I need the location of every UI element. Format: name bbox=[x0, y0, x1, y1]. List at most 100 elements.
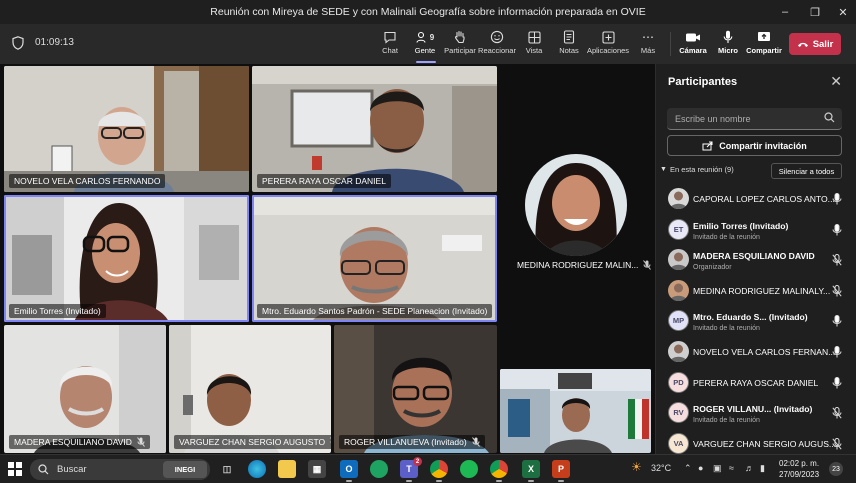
participant-row[interactable]: MP Mtro. Eduardo S... (Invitado) Invitado … bbox=[656, 306, 856, 336]
participant-avatar: VA bbox=[668, 432, 689, 454]
excel-icon[interactable]: X bbox=[522, 460, 540, 482]
more-button[interactable]: ⋯ Más bbox=[638, 28, 658, 60]
tray-mic-icon[interactable]: ● bbox=[698, 463, 703, 473]
title-bar: Reunión con Mireya de SEDE y con Malinal… bbox=[0, 0, 856, 24]
system-clock[interactable]: 02:02 p. m. 27/09/2023 bbox=[779, 458, 819, 480]
mic-muted-icon[interactable] bbox=[832, 407, 842, 419]
microphone-icon[interactable] bbox=[832, 346, 842, 358]
mic-muted-icon[interactable] bbox=[832, 284, 842, 297]
raise-hand-button[interactable]: Participar bbox=[444, 28, 476, 60]
start-button[interactable] bbox=[8, 462, 22, 476]
notification-badge[interactable]: 23 bbox=[829, 462, 843, 476]
tray-chevron-icon[interactable]: ⌃ bbox=[684, 463, 692, 474]
share-invite-button[interactable]: Compartir invitación bbox=[667, 135, 842, 156]
participant-avatar: RV bbox=[668, 402, 689, 424]
edge-icon[interactable] bbox=[248, 460, 266, 478]
more-dots-icon: ⋯ bbox=[642, 30, 654, 44]
participant-role: Organizador bbox=[693, 264, 732, 272]
participant-video bbox=[334, 325, 497, 453]
people-button[interactable]: 9 Gente bbox=[412, 28, 438, 60]
mic-muted-icon bbox=[471, 437, 480, 447]
chrome-icon[interactable] bbox=[430, 460, 448, 482]
browser-icon[interactable] bbox=[370, 460, 388, 478]
view-button[interactable]: Vista bbox=[523, 28, 545, 60]
store-icon[interactable]: ▦ bbox=[308, 460, 326, 478]
mic-button[interactable]: Micro bbox=[716, 28, 740, 60]
mic-muted-icon bbox=[137, 437, 145, 447]
participant-search-input[interactable]: Escribe un nombre bbox=[667, 108, 842, 130]
participant-row[interactable]: CAPORAL LOPEZ CARLOS ANTO... bbox=[656, 184, 856, 214]
participant-avatar bbox=[668, 188, 689, 209]
participant-row[interactable]: MEDINA RODRIGUEZ MALINALY... bbox=[656, 276, 856, 306]
tray-camera-icon[interactable]: ▣ bbox=[713, 463, 722, 474]
restore-button[interactable]: ❐ bbox=[800, 0, 830, 24]
close-window-button[interactable]: ✕ bbox=[828, 0, 856, 24]
search-icon bbox=[824, 112, 835, 123]
panel-title: Participantes bbox=[668, 76, 738, 88]
microphone-icon[interactable] bbox=[832, 315, 842, 327]
hand-icon bbox=[454, 28, 466, 46]
notes-button[interactable]: Notas bbox=[557, 28, 581, 60]
video-tile-roger[interactable]: ROGER VILLANUEVA (Invitado) bbox=[334, 325, 497, 453]
participants-panel: Participantes ✕ Escribe un nombre Compar… bbox=[655, 64, 856, 454]
inegi-search-badge[interactable]: INEGI bbox=[163, 461, 207, 478]
participant-row[interactable]: NOVELO VELA CARLOS FERNAN... bbox=[656, 337, 856, 367]
people-icon: 9 bbox=[416, 28, 434, 46]
participant-row[interactable]: RV ROGER VILLANU... (Invitado) Invitado de… bbox=[656, 398, 856, 428]
file-explorer-icon[interactable] bbox=[278, 460, 296, 478]
in-meeting-section-toggle[interactable]: ▼ En esta reunión (9) bbox=[660, 165, 734, 174]
share-screen-icon bbox=[757, 28, 771, 46]
participant-name-label: MADERA ESQUILIANO DAVID bbox=[9, 435, 150, 449]
chat-button[interactable]: Chat bbox=[378, 28, 402, 60]
teams-badge: 2 bbox=[413, 457, 422, 466]
participant-video bbox=[4, 325, 166, 453]
spotify-icon[interactable] bbox=[460, 460, 478, 478]
mic-muted-icon[interactable] bbox=[832, 254, 842, 266]
video-tile-eduardo[interactable]: Mtro. Eduardo Santos Padrón - SEDE Plane… bbox=[252, 195, 497, 322]
window-title: Reunión con Mireya de SEDE y con Malinal… bbox=[210, 6, 646, 18]
weather-icon: ☀ bbox=[631, 460, 642, 474]
search-icon bbox=[38, 464, 49, 475]
participant-name-label: VARGUEZ CHAN SERGIO AUGUSTO bbox=[174, 435, 331, 449]
close-panel-icon[interactable]: ✕ bbox=[830, 73, 842, 90]
react-button[interactable]: Reaccionar bbox=[478, 28, 516, 60]
participant-avatar: ET bbox=[668, 218, 689, 240]
powerpoint-icon[interactable]: P bbox=[552, 460, 570, 482]
camera-button[interactable]: Cámara bbox=[679, 28, 707, 60]
battery-icon[interactable]: ▮ bbox=[760, 463, 765, 474]
mute-all-button[interactable]: Silenciar a todos bbox=[771, 163, 842, 179]
participant-video bbox=[252, 195, 497, 322]
self-view-tile[interactable] bbox=[500, 369, 651, 453]
video-tile-perera[interactable]: PERERA RAYA OSCAR DANIEL bbox=[252, 66, 497, 192]
share-button[interactable]: Compartir bbox=[746, 28, 782, 60]
participant-avatar bbox=[668, 249, 689, 271]
microphone-icon[interactable] bbox=[832, 223, 842, 236]
video-tile-medina[interactable]: MEDINA RODRIGUEZ MALIN... bbox=[500, 136, 653, 286]
participant-avatar bbox=[668, 279, 689, 301]
apps-button[interactable]: Aplicaciones bbox=[587, 28, 629, 60]
microphone-icon bbox=[723, 28, 733, 46]
video-tile-emilio[interactable]: Emilio Torres (Invitado) bbox=[4, 195, 249, 322]
task-view-icon[interactable]: ◫ bbox=[218, 460, 236, 478]
chrome-profile-icon[interactable] bbox=[490, 460, 508, 482]
wifi-icon[interactable]: ≈ bbox=[729, 463, 734, 473]
leave-button[interactable]: Salir bbox=[789, 33, 841, 55]
participant-row[interactable]: PD PERERA RAYA OSCAR DANIEL bbox=[656, 368, 856, 398]
participant-name: MEDINA RODRIGUEZ MALINALY... bbox=[693, 285, 831, 296]
teams-icon[interactable]: T2 bbox=[400, 457, 422, 482]
participant-row[interactable]: MADERA ESQUILIANO DAVID Organizador bbox=[656, 245, 856, 275]
minimize-button[interactable]: – bbox=[770, 0, 800, 24]
self-video bbox=[500, 369, 651, 453]
microphone-icon[interactable] bbox=[832, 376, 842, 389]
meeting-toolbar: 01:09:13 Chat 9 Gente Participar Reaccio… bbox=[0, 24, 856, 64]
video-tile-varguez[interactable]: VARGUEZ CHAN SERGIO AUGUSTO bbox=[169, 325, 331, 453]
video-tile-novelo[interactable]: NOVELO VELA CARLOS FERNANDO bbox=[4, 66, 249, 192]
participant-video bbox=[4, 195, 249, 322]
outlook-icon[interactable]: O bbox=[340, 460, 358, 482]
participant-row[interactable]: ET Emilio Torres (Invitado) Invitado de la… bbox=[656, 215, 856, 245]
video-tile-madera[interactable]: MADERA ESQUILIANO DAVID bbox=[4, 325, 166, 453]
microphone-icon[interactable] bbox=[832, 193, 842, 205]
volume-icon[interactable]: ♬ bbox=[745, 463, 754, 473]
weather-temp[interactable]: 32°C bbox=[651, 463, 671, 473]
mic-muted-icon[interactable] bbox=[832, 437, 842, 450]
